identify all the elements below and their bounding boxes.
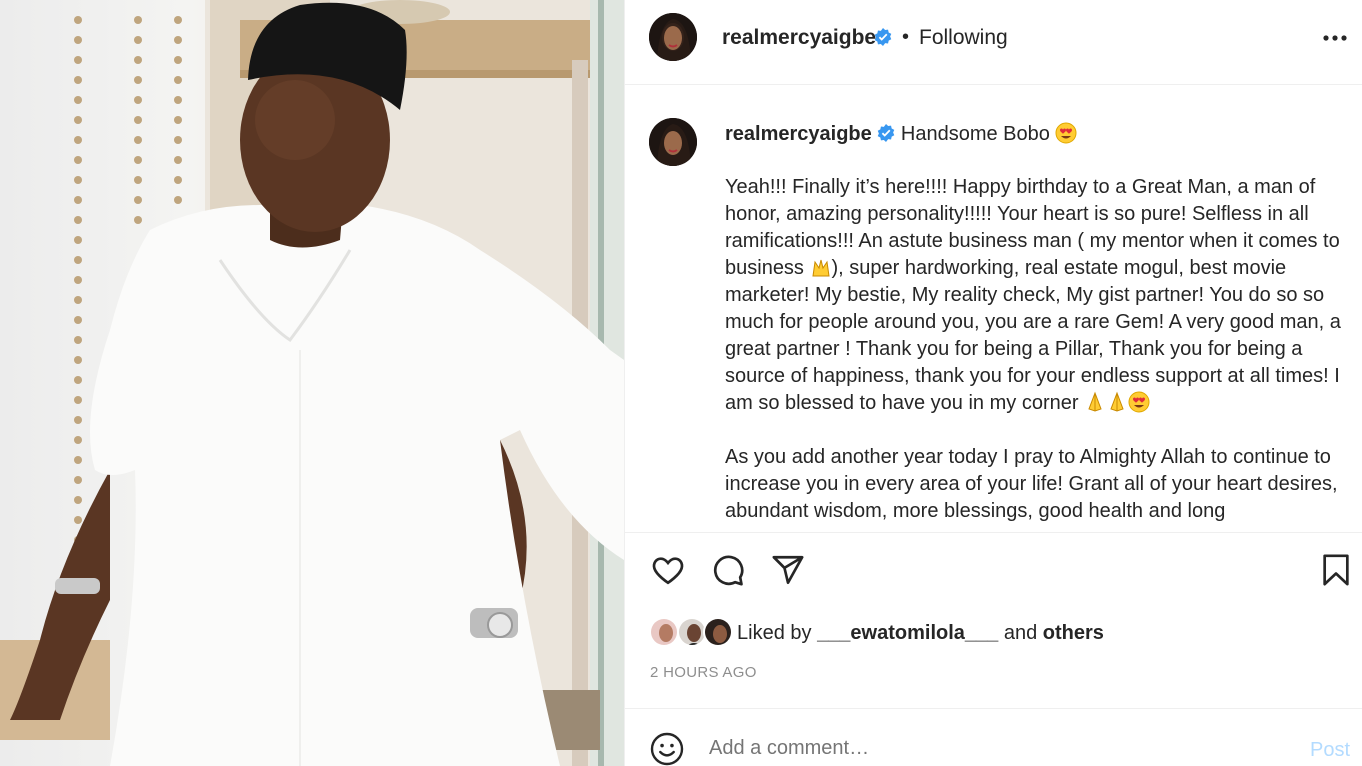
caption-author-avatar[interactable] [649,118,697,166]
bookmark-icon[interactable] [1319,553,1353,592]
caption-section: realmercyaigbe Handsome Bobo Yeah!!! Fin… [625,86,1362,532]
heart-eyes-emoji-icon [1055,122,1077,144]
praying-hands-emoji-icon [1110,391,1124,412]
post-comment-button[interactable]: Post [1310,739,1350,762]
caption-paragraph-2: As you add another year today I pray to … [725,446,1338,522]
praying-hands-emoji-icon [1088,391,1102,412]
caption-title: Handsome Bobo [900,123,1050,145]
paper-plane-icon[interactable] [771,553,805,592]
following-button[interactable]: Following [919,26,1008,50]
liked-by-text: Liked by ___ewatomilola___ and others [737,622,1104,645]
heart-eyes-emoji-icon [1128,391,1150,413]
raising-hands-emoji-icon [811,259,830,277]
liked-by-others-link[interactable]: others [1043,622,1104,644]
comment-input[interactable] [709,737,1269,760]
author-avatar-image [649,13,697,61]
separator-dot: • [902,26,910,48]
post-detail-panel: realmercyaigbe • Following realmercyaigb… [624,0,1362,766]
comment-bubble-icon[interactable] [711,553,745,592]
caption-paragraph-1: Yeah!!! Finally it’s here!!!! Happy birt… [725,176,1341,414]
caption-text: Yeah!!! Finally it’s here!!!! Happy birt… [725,174,1357,532]
verified-badge-icon [874,28,892,49]
more-options-icon[interactable] [1321,28,1351,48]
post-timestamp[interactable]: 2 HOURS AGO [650,664,757,681]
liker-avatar [703,617,733,647]
post-image[interactable] [0,0,624,766]
post-photo-illustration [0,0,624,766]
smiley-icon[interactable] [649,731,685,766]
liked-by-and: and [1003,622,1038,644]
caption-header: realmercyaigbe Handsome Bobo [725,122,1077,146]
liked-by-prefix: Liked by [737,622,812,644]
liker-avatar [649,617,679,647]
comment-bar: Post [625,708,1362,766]
caption-avatar-image [649,118,697,166]
author-avatar[interactable] [649,13,697,61]
liked-by-user-link[interactable]: ___ewatomilola___ [817,622,998,644]
caption-author-username[interactable]: realmercyaigbe [725,123,872,145]
post-header: realmercyaigbe • Following [625,0,1362,85]
verified-badge-icon [878,124,895,142]
author-username[interactable]: realmercyaigbe [722,26,876,50]
heart-icon[interactable] [651,553,685,592]
